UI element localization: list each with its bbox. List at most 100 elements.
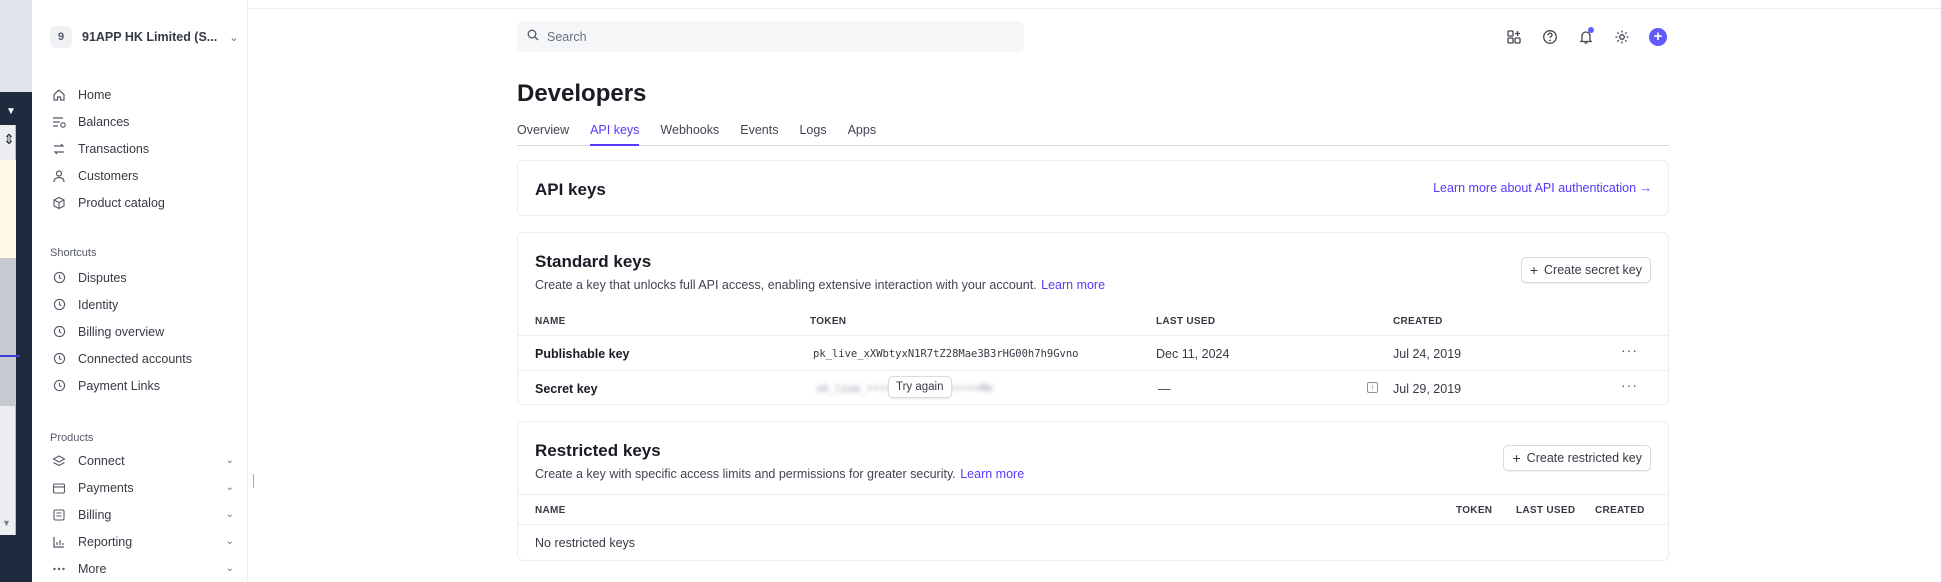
created-date: Jul 24, 2019 xyxy=(1393,347,1462,361)
host-dropdown-icon[interactable]: ▼ xyxy=(6,106,16,117)
divider xyxy=(518,494,1668,495)
sidebar-item-label: Connect xyxy=(78,453,125,468)
sidebar-item-label: Transactions xyxy=(78,141,150,156)
search-input[interactable]: Search xyxy=(517,21,1024,52)
shortcut-label: Connected accounts xyxy=(78,351,192,366)
tab-webhooks[interactable]: Webhooks xyxy=(660,120,719,146)
button-label: Create restricted key xyxy=(1526,451,1642,465)
sidebar-item-label: Balances xyxy=(78,114,130,129)
chevron-down-icon: ⌄ xyxy=(225,482,234,493)
sidebar-item-payments[interactable]: Payments ⌄ xyxy=(52,474,242,501)
transactions-icon xyxy=(52,142,66,156)
sidebar-item-home[interactable]: Home xyxy=(52,81,242,108)
create-restricted-key-button[interactable]: + Create restricted key xyxy=(1503,445,1651,471)
key-name: Secret key xyxy=(535,382,598,396)
host-scroll-thumb[interactable] xyxy=(0,258,16,406)
shortcut-label: Identity xyxy=(78,297,119,312)
table-row[interactable]: Secret key sk_live_••••••••••••••••••Mn … xyxy=(518,370,1668,405)
sidebar-item-label: Product catalog xyxy=(78,195,165,210)
sidebar-item-label: Payments xyxy=(78,480,134,495)
products-title: Products xyxy=(50,432,94,444)
sidebar-collapse-handle[interactable] xyxy=(253,474,254,488)
api-keys-card: API keys Learn more about API authentica… xyxy=(517,160,1669,216)
page-title: Developers xyxy=(517,80,647,107)
sidebar-item-transactions[interactable]: Transactions xyxy=(52,135,242,162)
col-name-header: NAME xyxy=(535,505,566,516)
shortcut-identity[interactable]: Identity xyxy=(52,291,242,318)
scroll-down-icon[interactable]: ▼ xyxy=(2,518,11,528)
sidebar-item-product-catalog[interactable]: Product catalog xyxy=(52,189,242,216)
search-icon xyxy=(527,28,539,46)
tab-logs[interactable]: Logs xyxy=(799,120,826,146)
clock-icon xyxy=(52,271,66,285)
shortcut-connected-accounts[interactable]: Connected accounts xyxy=(52,345,242,372)
account-name: 91APP HK Limited (S... xyxy=(82,30,218,44)
shortcuts-nav: Disputes Identity Billing overview Conne… xyxy=(52,264,242,399)
notifications-bell-icon[interactable] xyxy=(1575,26,1597,48)
products-nav: Connect ⌄ Payments ⌄ Billing ⌄ Reporting… xyxy=(52,447,242,582)
sidebar-item-customers[interactable]: Customers xyxy=(52,162,242,189)
reporting-icon xyxy=(52,535,66,549)
col-created-header: CREATED xyxy=(1595,505,1645,516)
search-placeholder: Search xyxy=(547,29,587,44)
empty-state-text: No restricted keys xyxy=(535,536,636,550)
shortcut-label: Payment Links xyxy=(78,378,160,393)
shortcut-disputes[interactable]: Disputes xyxy=(52,264,242,291)
sidebar-item-more[interactable]: More ⌄ xyxy=(52,555,242,582)
tab-api-keys[interactable]: API keys xyxy=(590,120,640,146)
sidebar-item-billing[interactable]: Billing ⌄ xyxy=(52,501,242,528)
created-date: Jul 29, 2019 xyxy=(1393,382,1462,396)
empty-row: No restricted keys xyxy=(518,524,1668,559)
table-row[interactable]: Publishable key pk_live_xXWbtyxN1R7tZ28M… xyxy=(518,335,1668,370)
billing-icon xyxy=(52,508,66,522)
shortcut-payment-links[interactable]: Payment Links xyxy=(52,372,242,399)
learn-api-auth-link[interactable]: Learn more about API authentication → xyxy=(1433,181,1652,195)
developer-tabs: Overview API keys Webhooks Events Logs A… xyxy=(517,120,1669,146)
description-text: Create a key that unlocks full API acces… xyxy=(535,278,1037,292)
row-more-icon[interactable]: ··· xyxy=(1621,342,1638,358)
standard-learn-more-link[interactable]: Learn more xyxy=(1041,278,1105,292)
col-last-used-header: LAST USED xyxy=(1516,505,1576,516)
host-marker-line xyxy=(0,355,20,357)
key-name: Publishable key xyxy=(535,347,630,361)
publishable-key-token[interactable]: pk_live_xXWbtyxN1R7tZ28Mae3B3rHG00h7h9Gv… xyxy=(813,348,1079,360)
home-icon xyxy=(52,88,66,102)
top-border xyxy=(248,0,1941,9)
chevron-down-icon: ⌄ xyxy=(225,536,234,547)
info-icon[interactable]: i xyxy=(1367,382,1378,393)
settings-gear-icon[interactable] xyxy=(1611,26,1633,48)
header-actions: + xyxy=(1503,26,1669,48)
sidebar-item-connect[interactable]: Connect ⌄ xyxy=(52,447,242,474)
help-icon[interactable] xyxy=(1539,26,1561,48)
resize-handle-icon[interactable]: ⇕ xyxy=(1,130,17,148)
tab-overview[interactable]: Overview xyxy=(517,120,569,146)
shortcuts-title: Shortcuts xyxy=(50,247,97,259)
sidebar-item-balances[interactable]: Balances xyxy=(52,108,242,135)
sidebar-item-label: Customers xyxy=(78,168,139,183)
account-switcher[interactable]: 9 91APP HK Limited (S... ⌄ xyxy=(50,26,238,48)
restricted-keys-title: Restricted keys xyxy=(535,441,661,460)
last-used: Dec 11, 2024 xyxy=(1156,347,1230,361)
col-token-header: TOKEN xyxy=(1456,505,1493,516)
shortcut-billing-overview[interactable]: Billing overview xyxy=(52,318,242,345)
main-nav: Home Balances Transactions Customers Pro… xyxy=(52,81,242,216)
create-secret-key-button[interactable]: + Create secret key xyxy=(1520,257,1651,283)
create-plus-icon[interactable]: + xyxy=(1647,26,1669,48)
shortcut-label: Billing overview xyxy=(78,324,165,339)
chevron-down-icon: ⌄ xyxy=(225,563,234,574)
row-more-icon[interactable]: ··· xyxy=(1621,377,1638,393)
tab-events[interactable]: Events xyxy=(740,120,778,146)
payments-icon xyxy=(52,481,66,495)
restricted-keys-description: Create a key with specific access limits… xyxy=(535,465,1024,483)
sidebar-item-label: More xyxy=(78,561,107,576)
tab-apps[interactable]: Apps xyxy=(848,120,877,146)
shortcut-label: Disputes xyxy=(78,270,127,285)
standard-keys-title: Standard keys xyxy=(535,252,652,271)
restricted-learn-more-link[interactable]: Learn more xyxy=(960,467,1024,481)
balances-icon xyxy=(52,115,66,129)
try-again-button[interactable]: Try again xyxy=(888,376,952,398)
sidebar-item-reporting[interactable]: Reporting ⌄ xyxy=(52,528,242,555)
apps-icon[interactable] xyxy=(1503,26,1525,48)
last-used: — xyxy=(1158,382,1171,396)
button-label: Create secret key xyxy=(1544,263,1642,277)
